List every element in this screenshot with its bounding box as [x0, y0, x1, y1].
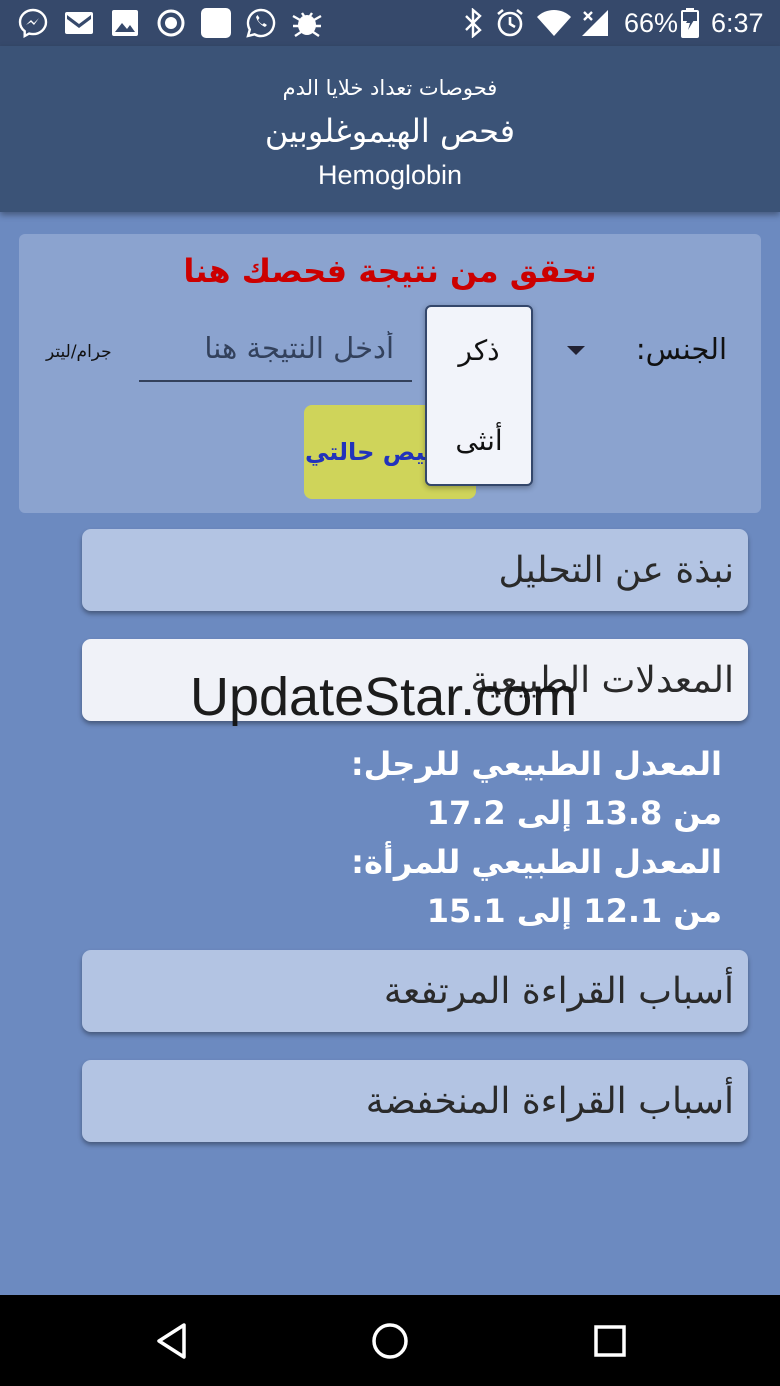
- unit-label: جرام/ليتر: [46, 342, 112, 362]
- gallery-icon: [108, 6, 142, 40]
- navigation-bar: [0, 1295, 780, 1386]
- gender-label: الجنس:: [635, 332, 727, 366]
- square-app-icon: [199, 6, 233, 40]
- status-bar: 66% 6:37: [0, 0, 780, 46]
- about-test-button[interactable]: نبذة عن التحليل: [82, 529, 748, 611]
- record-icon: [154, 6, 188, 40]
- result-input[interactable]: [139, 322, 412, 382]
- back-icon[interactable]: [142, 1311, 202, 1371]
- app-header: فحوصات تعداد خلايا الدم فحص الهيموغلوبين…: [0, 46, 780, 212]
- gmail-icon: [62, 6, 96, 40]
- male-range-label: المعدل الطبيعي للرجل:: [350, 745, 722, 783]
- wifi-icon: [535, 6, 573, 40]
- check-card-title: تحقق من نتيجة فحصك هنا: [183, 252, 597, 290]
- recents-icon[interactable]: [580, 1311, 640, 1371]
- low-causes-button[interactable]: أسباب القراءة المنخفضة: [82, 1060, 748, 1142]
- male-range-value: من 13.8 إلى 17.2: [426, 794, 722, 832]
- bug-icon: [290, 6, 324, 40]
- header-subtitle: فحوصات تعداد خلايا الدم: [282, 76, 498, 100]
- gender-option-female[interactable]: أنثى: [427, 411, 531, 471]
- battery-percent: 66%: [624, 8, 679, 38]
- watermark: UpdateStar.com: [190, 667, 578, 727]
- normal-ranges-content: المعدل الطبيعي للرجل: من 13.8 إلى 17.2 ا…: [302, 740, 722, 936]
- alarm-icon: [493, 6, 527, 40]
- whatsapp-icon: [244, 6, 278, 40]
- gender-dropdown-menu: ذكر أنثى: [425, 305, 533, 486]
- header-title-en: Hemoglobin: [317, 160, 463, 190]
- gender-option-male[interactable]: ذكر: [427, 321, 531, 381]
- high-causes-button[interactable]: أسباب القراءة المرتفعة: [82, 950, 748, 1032]
- female-range-value: من 12.1 إلى 15.1: [426, 892, 722, 930]
- header-title: فحص الهيموغلوبين: [264, 112, 516, 150]
- check-result-card: تحقق من نتيجة فحصك هنا الجنس: جرام/ليتر …: [19, 234, 761, 513]
- messenger-icon: [16, 6, 50, 40]
- signal-icon: [578, 6, 612, 40]
- bluetooth-icon: [456, 6, 490, 40]
- battery-icon: [678, 6, 702, 40]
- female-range-label: المعدل الطبيعي للمرأة:: [351, 843, 722, 881]
- clock: 6:37: [711, 8, 764, 38]
- gender-dropdown-arrow-icon[interactable]: [567, 346, 585, 355]
- home-icon[interactable]: [360, 1311, 420, 1371]
